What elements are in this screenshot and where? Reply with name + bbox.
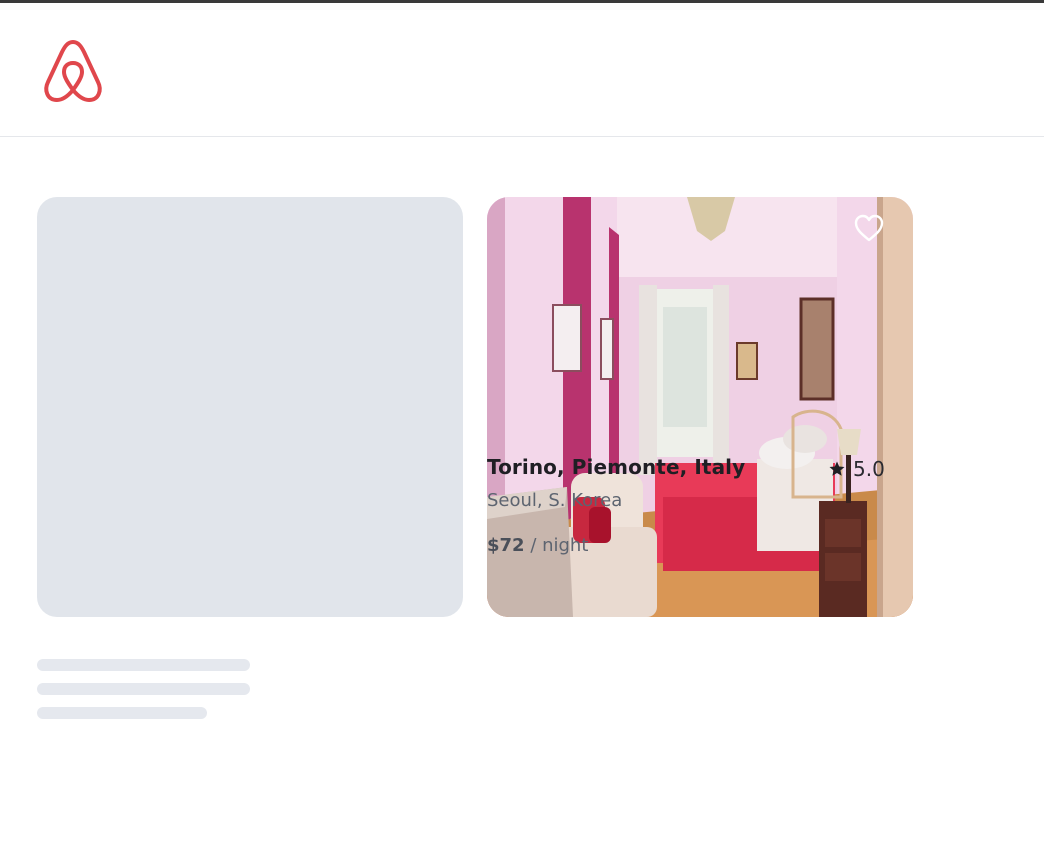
skeleton-subtitle-line bbox=[37, 683, 250, 695]
bedroom-photo bbox=[487, 197, 913, 617]
skeleton-price-line bbox=[37, 707, 207, 719]
listing-card-skeleton bbox=[37, 197, 463, 617]
skeleton-title-line bbox=[37, 659, 250, 671]
listing-card[interactable] bbox=[487, 197, 913, 617]
skeleton-image bbox=[37, 197, 463, 617]
listing-photo[interactable] bbox=[487, 197, 913, 617]
airbnb-logo-icon[interactable] bbox=[42, 38, 104, 104]
heart-outline-icon[interactable] bbox=[853, 213, 885, 243]
site-header bbox=[0, 3, 1044, 137]
